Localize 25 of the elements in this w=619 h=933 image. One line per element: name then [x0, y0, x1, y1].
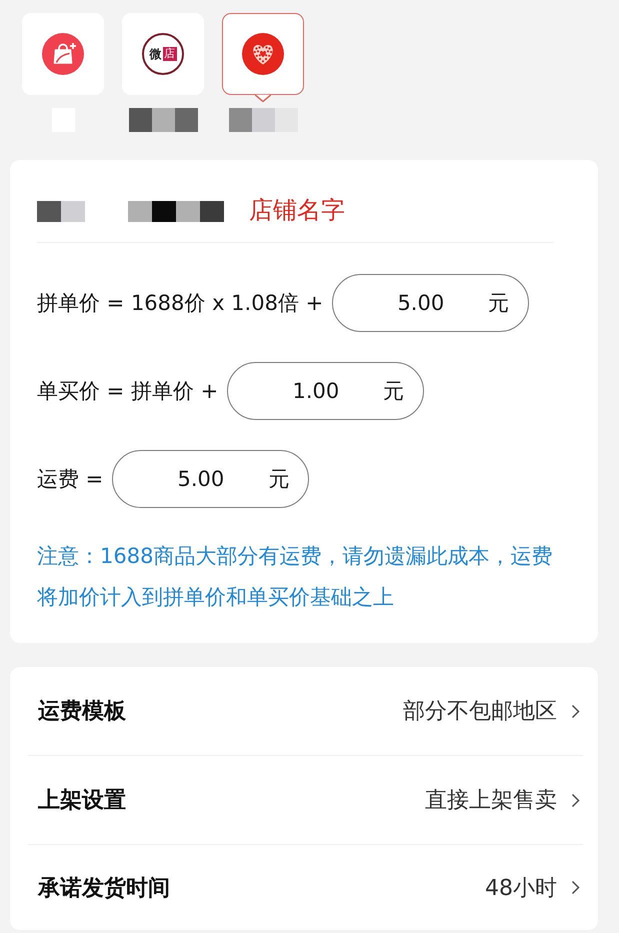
unit-label: 元: [383, 378, 404, 404]
formula-label: 单买价 = 拼单价 +: [37, 378, 218, 405]
formula-label: 拼单价 = 1688价 x 1.08倍 +: [37, 290, 324, 317]
shopping-bag-icon: [42, 33, 84, 75]
chevron-right-icon[interactable]: [571, 704, 580, 718]
formula-label: 运费 =: [37, 466, 104, 493]
store-name: 店铺名字: [249, 197, 345, 223]
logo-character: 微: [150, 47, 162, 61]
selection-pointer-icon: [255, 94, 271, 102]
platform-tab[interactable]: [22, 13, 104, 95]
setting-label: 运费模板: [38, 698, 126, 726]
unit-label: 元: [268, 466, 290, 492]
setting-label: 上架设置: [38, 787, 126, 815]
platform-tab[interactable]: [222, 13, 304, 95]
notice-text: 注意：1688商品大部分有运费，请勿遗漏此成本，运费将加价计入到拼单价和单买价基础之上: [37, 543, 554, 611]
heart-logo-icon: [242, 33, 284, 75]
setting-value[interactable]: 48小时: [485, 872, 557, 902]
chevron-right-icon[interactable]: [571, 792, 580, 808]
logo-tag: 店: [162, 47, 176, 61]
setting-value[interactable]: 部分不包邮地区: [403, 696, 557, 726]
platform-tab[interactable]: 微 店: [122, 13, 204, 95]
setting-label: 承诺发货时间: [38, 874, 170, 902]
setting-value[interactable]: 直接上架售卖: [425, 785, 557, 815]
chevron-right-icon[interactable]: [571, 880, 580, 895]
unit-label: 元: [488, 290, 510, 316]
